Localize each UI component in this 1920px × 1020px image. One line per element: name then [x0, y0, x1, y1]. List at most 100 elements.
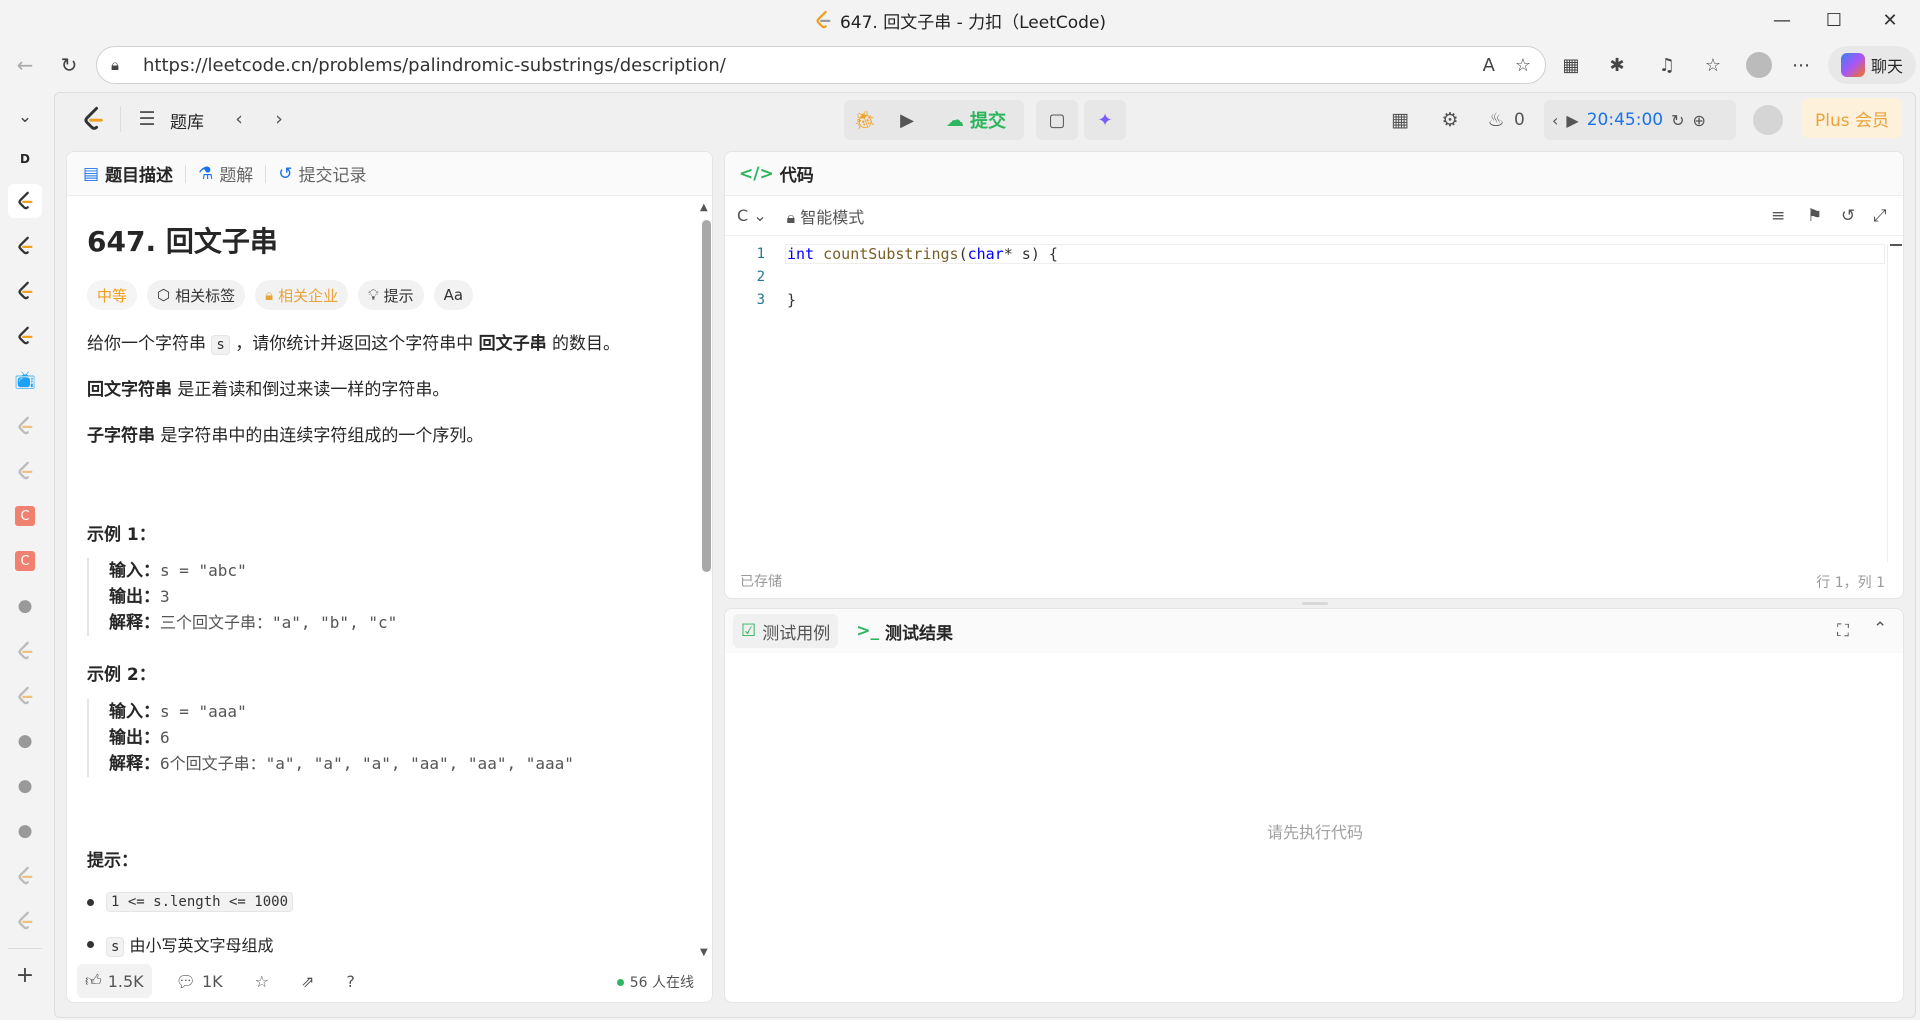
hint-button[interactable]: 💡︎ 提示	[358, 280, 424, 310]
extensions-icon[interactable]: ✱	[1602, 50, 1632, 80]
share-button[interactable]: ⇗	[293, 964, 322, 998]
leetcode-icon[interactable]	[8, 319, 42, 353]
browser-toolbar: ← ↻ 🔒︎ https://leetcode.cn/problems/pali…	[0, 44, 1920, 86]
leetcode-icon[interactable]	[8, 634, 42, 668]
panel-resize-handle[interactable]	[1302, 602, 1328, 605]
language-select[interactable]: C ⌄	[737, 206, 767, 225]
code-tab-bar: </> 代码	[725, 152, 1903, 196]
list-icon[interactable]: ☰	[134, 106, 160, 132]
editor-scrollbar[interactable]	[1887, 244, 1902, 562]
back-icon[interactable]: ←	[8, 48, 42, 82]
leetcode-icon[interactable]	[8, 859, 42, 893]
related-tags-button[interactable]: ⬡ 相关标签	[147, 280, 246, 310]
code-line: }	[787, 291, 797, 309]
bilibili-icon[interactable]: 📺︎	[8, 364, 42, 398]
scroll-down-icon[interactable]: ▼	[700, 947, 708, 958]
leetcode-icon[interactable]	[8, 229, 42, 263]
github-icon[interactable]: ●	[8, 769, 42, 803]
translate-button[interactable]: Aa	[433, 280, 474, 310]
fullscreen-icon[interactable]: ⛶	[1837, 621, 1849, 641]
code-tab-label[interactable]: 代码	[780, 161, 814, 186]
fire-icon[interactable]: ♨	[1482, 106, 1510, 134]
timer-reset-icon[interactable]: ↻	[1671, 111, 1684, 130]
chat-button[interactable]: 聊天	[1828, 46, 1916, 84]
leetcode-logo-icon[interactable]	[78, 104, 108, 134]
scrollbar-thumb[interactable]	[702, 220, 711, 572]
sidebar-divider	[8, 948, 42, 949]
more-icon[interactable]: ⋯	[1786, 50, 1816, 80]
label: 输出：	[109, 728, 160, 748]
github-icon[interactable]: ●	[8, 814, 42, 848]
favorite-button[interactable]: ☆	[247, 964, 277, 998]
github-icon[interactable]: ●	[8, 589, 42, 623]
leetcode-icon[interactable]	[8, 454, 42, 488]
type: char	[967, 245, 1004, 263]
history-icon: ↺	[278, 163, 293, 184]
address-bar[interactable]: 🔒︎ https://leetcode.cn/problems/palindro…	[96, 46, 1546, 84]
help-button[interactable]: ?	[338, 964, 363, 998]
github-icon[interactable]: ●	[8, 724, 42, 758]
tab-test-cases[interactable]: ☑ 测试用例	[733, 614, 839, 648]
qr-icon[interactable]: ▦	[1556, 50, 1586, 80]
favorites-icon[interactable]: ☆	[1698, 50, 1728, 80]
problem-scrollbar[interactable]: ▲ ▼	[699, 202, 711, 958]
favorite-star-icon[interactable]: ☆	[1515, 55, 1531, 76]
layout-icon[interactable]: ▦	[1386, 106, 1414, 134]
timer-collapse-icon[interactable]: ‹	[1552, 111, 1558, 130]
tab-submissions[interactable]: ↺ 提交记录	[278, 161, 366, 187]
tab-test-results[interactable]: >_ 测试结果	[848, 614, 961, 648]
tab-solutions[interactable]: ⚗ 题解	[198, 161, 253, 187]
leetcode-icon[interactable]	[8, 409, 42, 443]
c-icon[interactable]: C	[8, 499, 42, 533]
difficulty-badge[interactable]: 中等	[87, 280, 138, 310]
run-icon[interactable]: ▶	[886, 100, 928, 140]
media-icon[interactable]: ♫	[1652, 50, 1682, 80]
like-button[interactable]: 👍︎ 1.5K	[77, 964, 152, 998]
maximize-button[interactable]: ☐	[1806, 0, 1862, 40]
refresh-icon[interactable]: ↻	[52, 48, 86, 82]
comments-button[interactable]: 💬︎ 1K	[168, 964, 231, 998]
read-aloud-icon[interactable]: A	[1483, 55, 1495, 76]
dict-icon[interactable]: D	[8, 142, 42, 176]
tag-label: 提示	[383, 286, 414, 305]
profile-avatar-icon[interactable]	[1744, 50, 1774, 80]
submit-button[interactable]: ☁ 提交	[928, 100, 1024, 140]
add-friend-icon[interactable]: ⊕	[1692, 111, 1705, 130]
settings-gear-icon[interactable]: ⚙	[1436, 106, 1464, 134]
label: 解释：	[109, 754, 160, 774]
tab-description[interactable]: ▤ 题目描述	[83, 161, 173, 187]
line-number: 2	[756, 269, 765, 285]
leetcode-icon[interactable]	[8, 184, 42, 218]
close-button[interactable]: ✕	[1862, 0, 1918, 40]
chevron-down-icon[interactable]: ⌄	[8, 100, 42, 134]
bullet-dot	[87, 940, 94, 948]
bookmark-icon[interactable]: ⚑	[1807, 206, 1822, 226]
leetcode-icon[interactable]	[8, 679, 42, 713]
scroll-up-icon[interactable]: ▲	[700, 202, 708, 213]
ai-sparkle-icon[interactable]: ✦	[1084, 100, 1126, 140]
share-icon: ⇗	[301, 971, 315, 991]
collapse-up-icon[interactable]: ⌃	[1873, 619, 1887, 639]
minimize-button[interactable]: —	[1754, 0, 1810, 40]
hint-item: s 由小写英文字母组成	[87, 932, 274, 957]
prev-problem-icon[interactable]: ‹	[226, 106, 252, 132]
chevron-down-icon: ⌄	[753, 206, 767, 225]
c-icon[interactable]: C	[8, 544, 42, 578]
debug-icon[interactable]: 🐞︎	[844, 100, 886, 140]
note-icon[interactable]: ▢	[1036, 100, 1078, 140]
leetcode-icon[interactable]	[8, 904, 42, 938]
plus-member-button[interactable]: Plus 会员	[1802, 98, 1902, 138]
format-icon[interactable]: ≡	[1771, 206, 1785, 226]
expand-icon[interactable]: ⤢	[1873, 206, 1887, 226]
label: 输入：	[109, 561, 160, 581]
user-avatar-icon[interactable]	[1752, 104, 1784, 136]
chat-label: 聊天	[1870, 57, 1903, 76]
timer-play-icon[interactable]: ▶	[1566, 111, 1578, 130]
smart-mode[interactable]: 🔒︎ 智能模式	[787, 204, 865, 228]
next-problem-icon[interactable]: ›	[266, 106, 292, 132]
related-companies-button[interactable]: 🔒︎ 相关企业	[255, 280, 349, 310]
add-icon[interactable]: +	[8, 958, 42, 992]
leetcode-icon[interactable]	[8, 274, 42, 308]
reset-icon[interactable]: ↺	[1841, 206, 1855, 226]
problem-list-link[interactable]: 题库	[170, 108, 204, 133]
